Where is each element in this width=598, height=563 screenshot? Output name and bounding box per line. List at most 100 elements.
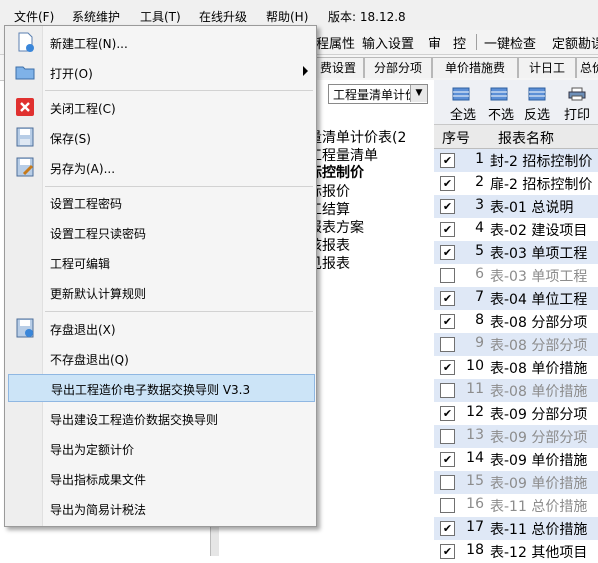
menu-item-save[interactable]: 保存(S) <box>6 123 315 151</box>
row-number: 9 <box>475 335 484 351</box>
menu-item-set-readonly-password[interactable]: 设置工程只读密码 <box>6 218 315 246</box>
tab-unit-price-measures[interactable]: 单价措施费 <box>432 57 518 78</box>
toolbar-project-properties[interactable]: 程属性 <box>316 33 355 52</box>
invert-selection-button[interactable]: 反选 <box>524 104 550 123</box>
row-checkbox[interactable] <box>440 429 455 444</box>
chevron-down-icon[interactable]: ▼ <box>410 85 427 102</box>
row-checkbox[interactable] <box>440 498 455 513</box>
table-row[interactable]: ✔ 7 表-04 单位工程 <box>434 287 598 310</box>
table-row[interactable]: ✔ 4 表-02 建设项目 <box>434 218 598 241</box>
row-checkbox[interactable]: ✔ <box>440 314 455 329</box>
row-number: 11 <box>466 381 484 397</box>
select-all-icon <box>452 87 470 101</box>
tab-daywork[interactable]: 计日工 <box>518 57 576 78</box>
row-number: 8 <box>475 312 484 328</box>
close-red-icon <box>16 98 34 116</box>
table-row[interactable]: 13 表-09 分部分项 <box>434 425 598 448</box>
menu-help[interactable]: 帮助(H) <box>266 8 308 25</box>
table-row[interactable]: 16 表-11 总价措施 <box>434 494 598 517</box>
row-number: 1 <box>475 151 484 167</box>
menu-file[interactable]: 文件(F) <box>14 8 54 25</box>
row-report-name: 表-11 总价措施 <box>490 499 588 515</box>
toolbar-quota-corrections[interactable]: 定额勘误 <box>552 33 598 52</box>
tab-sub-items[interactable]: 分部分项 <box>364 57 432 78</box>
menu-tools[interactable]: 工具(T) <box>140 8 181 25</box>
row-report-name: 封-2 招标控制价 <box>490 154 593 170</box>
tab-fee-settings[interactable]: 费设置 <box>312 57 364 78</box>
menu-item-set-password[interactable]: 设置工程密码 <box>6 188 315 216</box>
row-checkbox[interactable]: ✔ <box>440 176 455 191</box>
menu-item-export-simple-tax[interactable]: 导出为简易计税法 <box>6 494 315 522</box>
row-checkbox[interactable]: ✔ <box>440 291 455 306</box>
tree-node[interactable]: 量清单计价表(2 <box>308 127 406 147</box>
select-all-button[interactable]: 全选 <box>450 104 476 123</box>
row-checkbox[interactable]: ✔ <box>440 199 455 214</box>
table-row[interactable]: ✔ 14 表-09 单价措施 <box>434 448 598 471</box>
row-checkbox[interactable] <box>440 383 455 398</box>
row-report-name: 表-02 建设项目 <box>490 223 588 239</box>
row-checkbox[interactable]: ✔ <box>440 153 455 168</box>
row-report-name: 表-09 分部分项 <box>490 407 588 423</box>
table-row[interactable]: 9 表-08 分部分项 <box>434 333 598 356</box>
menu-item-export-exchange-v33[interactable]: 导出工程造价电子数据交换导则 V3.3 <box>8 374 315 402</box>
menu-item-close-project[interactable]: 关闭工程(C) <box>6 93 315 121</box>
row-report-name: 表-08 分部分项 <box>490 338 588 354</box>
report-toolbar: 全选 不选 反选 打印 <box>434 80 598 125</box>
row-report-name: 扉-2 招标控制价 <box>490 177 593 193</box>
menu-item-open[interactable]: 打开(O) <box>6 58 315 86</box>
menu-item-save-and-exit[interactable]: 存盘退出(X) <box>6 314 315 342</box>
row-checkbox[interactable] <box>440 337 455 352</box>
row-checkbox[interactable] <box>440 268 455 283</box>
row-checkbox[interactable]: ✔ <box>440 544 455 559</box>
table-row[interactable]: ✔ 1 封-2 招标控制价 <box>434 149 598 172</box>
row-report-name: 表-08 单价措施 <box>490 361 588 377</box>
tab-total-price[interactable]: 总价 <box>576 57 598 78</box>
row-checkbox[interactable]: ✔ <box>440 360 455 375</box>
select-none-button[interactable]: 不选 <box>488 104 514 123</box>
row-report-name: 表-08 单价措施 <box>490 384 588 400</box>
menu-online-upgrade[interactable]: 在线升级 <box>199 8 247 25</box>
table-row[interactable]: 6 表-03 单项工程 <box>434 264 598 287</box>
row-report-name: 表-08 分部分项 <box>490 315 588 331</box>
table-row[interactable]: 15 表-09 单价措施 <box>434 471 598 494</box>
menu-item-export-index-results[interactable]: 导出指标成果文件 <box>6 464 315 492</box>
save-as-icon <box>16 157 34 177</box>
row-report-name: 表-09 分部分项 <box>490 430 588 446</box>
menu-system-maintenance[interactable]: 系统维护 <box>72 8 120 25</box>
table-row[interactable]: ✔ 3 表-01 总说明 <box>434 195 598 218</box>
row-number: 5 <box>475 243 484 259</box>
menu-item-export-construction-exchange[interactable]: 导出建设工程造价数据交换导则 <box>6 404 315 432</box>
row-checkbox[interactable] <box>440 475 455 490</box>
table-row[interactable]: ✔ 10 表-08 单价措施 <box>434 356 598 379</box>
row-checkbox[interactable]: ✔ <box>440 222 455 237</box>
table-row[interactable]: 11 表-08 单价措施 <box>434 379 598 402</box>
toolbar-review[interactable]: 审 <box>428 33 441 52</box>
table-row[interactable]: ✔ 12 表-09 分部分项 <box>434 402 598 425</box>
menu-item-export-quota-pricing[interactable]: 导出为定额计价 <box>6 434 315 462</box>
menu-item-exit-without-saving[interactable]: 不存盘退出(Q) <box>6 344 315 372</box>
toolbar-separator <box>476 34 477 50</box>
row-checkbox[interactable]: ✔ <box>440 452 455 467</box>
table-row[interactable]: ✔ 18 表-12 其他项目 <box>434 540 598 563</box>
row-number: 3 <box>475 197 484 213</box>
row-checkbox[interactable]: ✔ <box>440 521 455 536</box>
menu-item-project-editable[interactable]: 工程可编辑 <box>6 248 315 276</box>
table-row[interactable]: ✔ 8 表-08 分部分项 <box>434 310 598 333</box>
row-checkbox[interactable]: ✔ <box>440 406 455 421</box>
menu-item-new-project[interactable]: 新建工程(N)... <box>6 28 315 56</box>
printer-icon <box>568 87 586 101</box>
table-row[interactable]: ✔ 5 表-03 单项工程 <box>434 241 598 264</box>
toolbar-control[interactable]: 控 <box>453 33 466 52</box>
menu-item-save-as[interactable]: 另存为(A)... <box>6 153 315 181</box>
table-row[interactable]: ✔ 17 表-11 总价措施 <box>434 517 598 540</box>
row-report-name: 表-11 总价措施 <box>490 522 588 538</box>
row-checkbox[interactable]: ✔ <box>440 245 455 260</box>
row-number: 4 <box>475 220 484 236</box>
toolbar-one-click-check[interactable]: 一键检查 <box>484 33 536 52</box>
table-row[interactable]: ✔ 2 扉-2 招标控制价 <box>434 172 598 195</box>
menu-separator <box>45 186 313 187</box>
print-button[interactable]: 打印 <box>564 104 590 123</box>
menu-separator <box>45 311 313 312</box>
toolbar-input-settings[interactable]: 输入设置 <box>362 33 414 52</box>
menu-item-update-calc-rules[interactable]: 更新默认计算规则 <box>6 278 315 306</box>
